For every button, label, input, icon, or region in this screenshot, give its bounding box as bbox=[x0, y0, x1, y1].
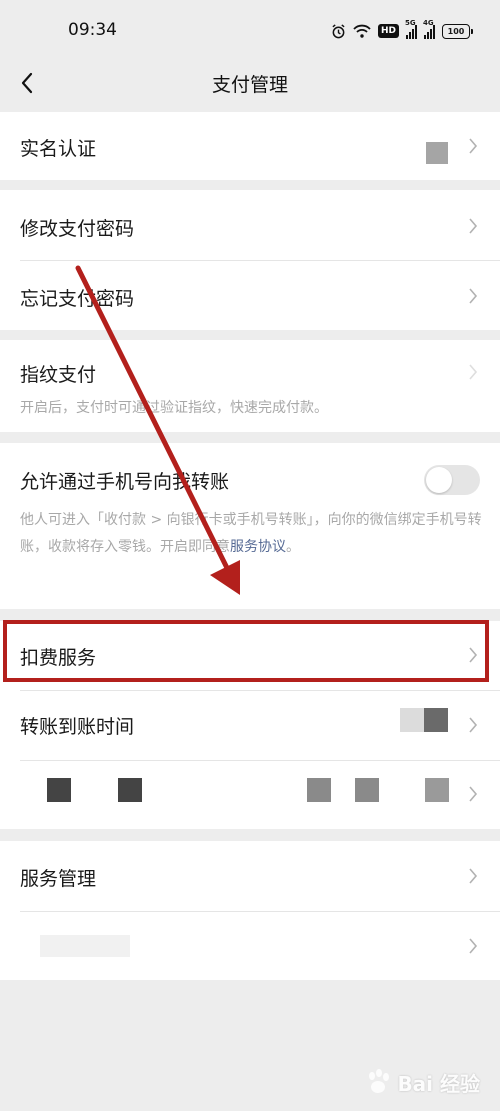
masked-value bbox=[355, 778, 379, 802]
service-agreement-link[interactable]: 服务协议 bbox=[230, 539, 286, 555]
masked-text bbox=[47, 778, 71, 802]
chevron-right-icon bbox=[469, 138, 478, 154]
chevron-right-icon bbox=[469, 364, 478, 380]
status-bar: 09:34 HD 5G 4G 100 bbox=[0, 0, 500, 60]
row-masked[interactable] bbox=[0, 760, 500, 829]
wifi-icon bbox=[353, 24, 371, 38]
row-service-management[interactable]: 服务管理 bbox=[0, 841, 500, 911]
row-forgot-password[interactable]: 忘记支付密码 bbox=[0, 260, 500, 330]
group-service-management: 服务管理 bbox=[0, 841, 500, 980]
masked-value bbox=[425, 778, 449, 802]
row-fingerprint[interactable]: 指纹支付 开启后，支付时可通过验证指纹，快速完成付款。 bbox=[0, 340, 500, 432]
phone-transfer-toggle[interactable] bbox=[424, 465, 480, 495]
group-realname: 实名认证 bbox=[0, 112, 500, 180]
chevron-right-icon bbox=[469, 786, 478, 802]
group-fingerprint: 指纹支付 开启后，支付时可通过验证指纹，快速完成付款。 bbox=[0, 340, 500, 432]
masked-value bbox=[307, 778, 331, 802]
page-title: 支付管理 bbox=[211, 74, 288, 96]
chevron-right-icon bbox=[469, 717, 478, 733]
chevron-right-icon bbox=[469, 218, 478, 234]
chevron-right-icon bbox=[469, 288, 478, 304]
watermark-text: Bai 经验 bbox=[397, 1071, 480, 1096]
signal-5g-icon: 5G bbox=[405, 19, 417, 39]
chevron-right-icon bbox=[469, 868, 478, 884]
masked-value bbox=[426, 142, 448, 164]
toggle-knob bbox=[426, 467, 452, 493]
masked-value bbox=[400, 708, 424, 732]
row-phone-transfer-desc: 他人可进入「收付款 > 向银行卡或手机号转账」，向你的微信绑定手机号转账，收款将… bbox=[20, 512, 482, 555]
battery-icon: 100 bbox=[442, 23, 473, 39]
masked-text bbox=[118, 778, 142, 802]
row-phone-transfer-label: 允许通过手机号向我转账 bbox=[20, 471, 230, 493]
chevron-right-icon bbox=[469, 938, 478, 954]
row-phone-transfer: 允许通过手机号向我转账 他人可进入「收付款 > 向银行卡或手机号转账」，向你的微… bbox=[0, 443, 500, 609]
group-password: 修改支付密码 忘记支付密码 bbox=[0, 190, 500, 330]
status-icons: HD 5G 4G 100 bbox=[331, 19, 473, 41]
hd-badge: HD bbox=[377, 24, 399, 38]
row-change-password[interactable]: 修改支付密码 bbox=[0, 190, 500, 260]
baidu-watermark: Bai 经验 bbox=[363, 1067, 480, 1097]
row-masked-bottom[interactable] bbox=[0, 911, 500, 980]
group-services: 扣费服务 转账到账时间 bbox=[0, 621, 500, 829]
row-fingerprint-label: 指纹支付 bbox=[20, 364, 97, 386]
row-service-management-label: 服务管理 bbox=[20, 868, 97, 890]
row-deduction-service[interactable]: 扣费服务 bbox=[0, 621, 500, 690]
row-transfer-time[interactable]: 转账到账时间 bbox=[0, 690, 500, 760]
nav-bar: 支付管理 bbox=[0, 60, 500, 110]
row-forgot-password-label: 忘记支付密码 bbox=[20, 288, 135, 310]
row-realname[interactable]: 实名认证 bbox=[0, 112, 500, 180]
row-realname-label: 实名认证 bbox=[20, 138, 97, 160]
group-phone-transfer: 允许通过手机号向我转账 他人可进入「收付款 > 向银行卡或手机号转账」，向你的微… bbox=[0, 443, 500, 609]
masked-value bbox=[424, 708, 448, 732]
row-fingerprint-desc: 开启后，支付时可通过验证指纹，快速完成付款。 bbox=[20, 400, 328, 416]
signal-4g-icon: 4G bbox=[423, 19, 435, 39]
chevron-right-icon bbox=[469, 647, 478, 663]
paw-icon bbox=[369, 1069, 390, 1093]
masked-text bbox=[40, 935, 130, 957]
alarm-icon bbox=[332, 23, 345, 38]
status-time: 09:34 bbox=[68, 20, 117, 40]
row-transfer-time-label: 转账到账时间 bbox=[20, 716, 135, 738]
row-change-password-label: 修改支付密码 bbox=[20, 218, 135, 240]
row-deduction-service-label: 扣费服务 bbox=[20, 647, 97, 669]
